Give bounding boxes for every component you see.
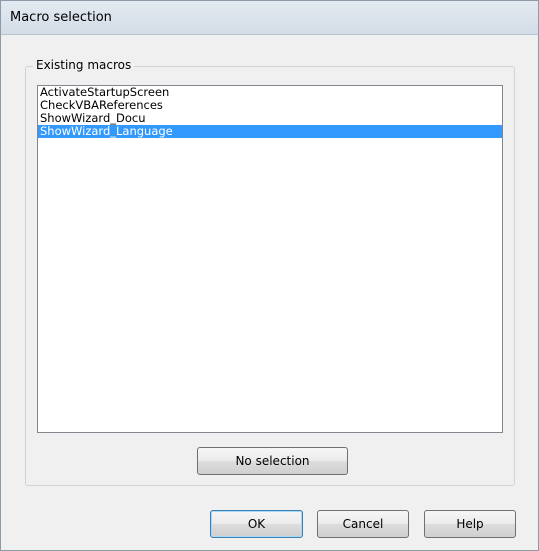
cancel-button[interactable]: Cancel xyxy=(317,510,409,538)
list-item-selected[interactable]: ShowWizard_Language xyxy=(38,125,502,138)
title-bar[interactable]: Macro selection xyxy=(1,1,538,35)
macro-list[interactable]: ActivateStartupScreen CheckVBAReferences… xyxy=(37,85,503,433)
dialog-title: Macro selection xyxy=(10,10,112,25)
help-button[interactable]: Help xyxy=(424,510,516,538)
existing-macros-label: Existing macros xyxy=(33,58,135,72)
no-selection-button[interactable]: No selection xyxy=(197,447,348,475)
ok-button[interactable]: OK xyxy=(210,510,303,538)
macro-selection-dialog: Macro selection Existing macros Activate… xyxy=(0,0,539,551)
